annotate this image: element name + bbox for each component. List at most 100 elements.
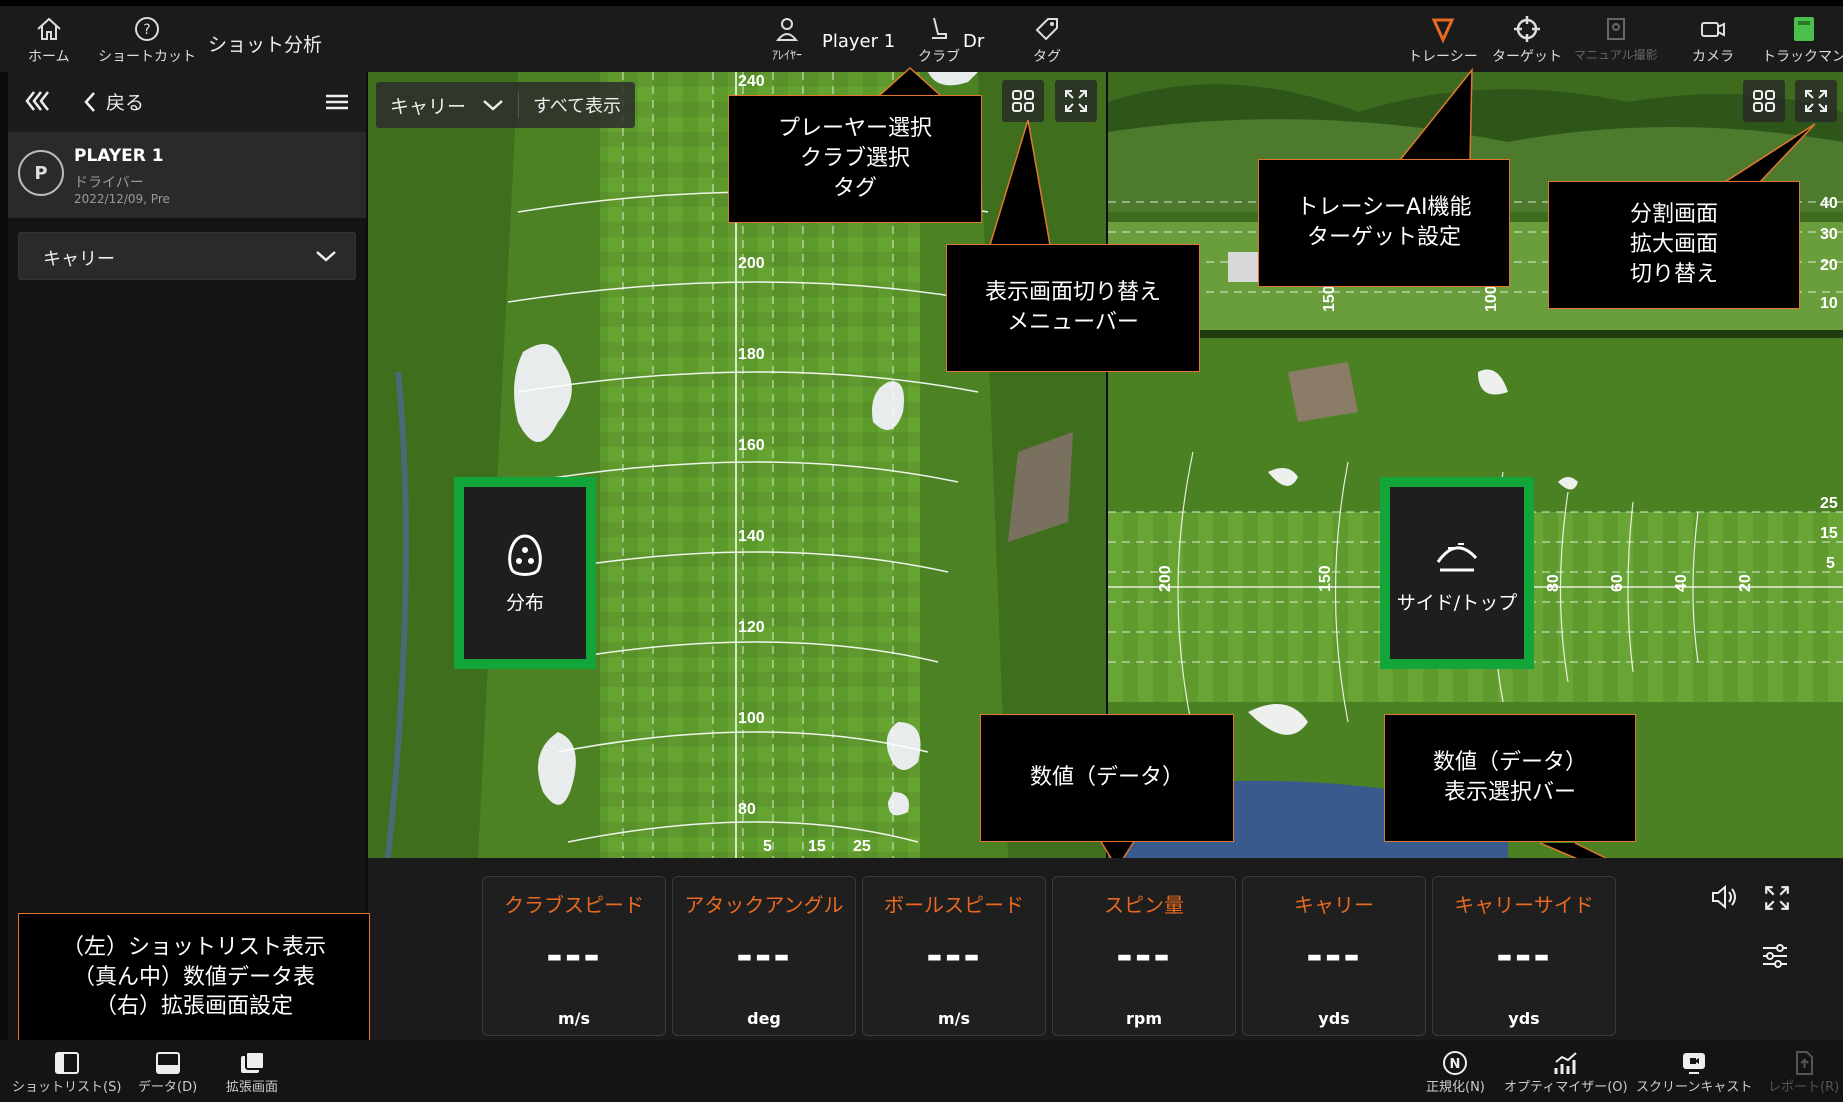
- distance-label: 40: [1673, 574, 1690, 592]
- expand-screen-icon: [241, 1051, 265, 1073]
- player-club: ドライバー: [74, 175, 144, 191]
- expand-view-button-right[interactable]: [1795, 80, 1837, 122]
- manual-capture-button[interactable]: マニュアル撮影: [1574, 14, 1658, 63]
- distance-label: 100: [1483, 285, 1500, 312]
- data-card-carry-side[interactable]: キャリーサイド --- yds: [1432, 876, 1616, 1036]
- svg-text:?: ?: [143, 22, 150, 38]
- distance-label: 60: [1609, 574, 1626, 592]
- distance-label: 80: [1545, 574, 1562, 592]
- tracer-button[interactable]: トレーシー: [1408, 14, 1478, 66]
- trajectory-icon: [1436, 542, 1478, 571]
- fullscreen-icon[interactable]: [1763, 884, 1791, 912]
- distance-label: 200: [1157, 565, 1174, 592]
- shot-list-toggle[interactable]: ショットリスト(S): [12, 1050, 121, 1095]
- panel-header: 戻る: [8, 72, 366, 132]
- shortcut-button[interactable]: ? ショートカット: [98, 14, 196, 66]
- chevron-down-icon: [316, 251, 336, 262]
- collapse-panel-icon[interactable]: [24, 88, 54, 114]
- expand-screen-toggle[interactable]: 拡張画面: [226, 1050, 278, 1095]
- data-card-club-speed[interactable]: クラブスピード --- m/s: [482, 876, 666, 1036]
- player-value[interactable]: Player 1: [822, 31, 895, 52]
- side-top-mode-tile[interactable]: サイド/トップ: [1380, 477, 1534, 669]
- side-top-mode-label: サイド/トップ: [1396, 591, 1518, 614]
- data-card-attack-angle[interactable]: アタックアングル --- deg: [672, 876, 856, 1036]
- target-button[interactable]: ターゲット: [1492, 14, 1562, 66]
- data-toggle[interactable]: データ(D): [138, 1050, 197, 1095]
- optimizer-button[interactable]: オプティマイザー(O): [1504, 1050, 1628, 1095]
- tag-button[interactable]: タグ: [1032, 14, 1062, 66]
- back-button[interactable]: 戻る: [82, 88, 144, 115]
- view-metric-selector: キャリー すべて表示: [376, 82, 636, 128]
- data-card-unit: m/s: [557, 1009, 591, 1028]
- back-label: 戻る: [106, 92, 145, 114]
- height-label: 30: [1820, 226, 1838, 243]
- sliders-icon[interactable]: [1760, 942, 1790, 970]
- lateral-label: 25: [853, 838, 871, 855]
- data-card-title: キャリーサイド: [1454, 893, 1594, 917]
- lane-label: 5: [1826, 555, 1835, 572]
- volume-icon[interactable]: [1710, 884, 1740, 910]
- callout-data-values: 数値（データ）: [980, 714, 1234, 842]
- data-card-value: ---: [1306, 933, 1362, 979]
- club-value[interactable]: Dr: [963, 31, 984, 52]
- data-card-value: ---: [1496, 933, 1552, 979]
- menu-icon[interactable]: [324, 92, 350, 112]
- dispersion-icon: [508, 533, 542, 576]
- data-card-ball-speed[interactable]: ボールスピード --- m/s: [862, 876, 1046, 1036]
- data-card-carry[interactable]: キャリー --- yds: [1242, 876, 1426, 1036]
- trackman-button[interactable]: トラックマン: [1762, 14, 1843, 66]
- screencast-button[interactable]: スクリーンキャスト: [1636, 1050, 1752, 1095]
- data-card-title: キャリー: [1294, 893, 1374, 917]
- callout-player-club-tag: プレーヤー選択 クラブ選択 タグ: [728, 95, 982, 223]
- metric-dropdown[interactable]: キャリー: [18, 232, 356, 280]
- expand-view-button[interactable]: [1055, 80, 1097, 122]
- show-all-button[interactable]: すべて表示: [518, 92, 635, 118]
- callout-data-select: 数値（データ） 表示選択バー: [1384, 714, 1636, 842]
- data-card-value: ---: [926, 933, 982, 979]
- data-card-title: アタックアングル: [684, 893, 844, 917]
- normalize-icon: N: [1443, 1051, 1468, 1075]
- shot-list-label: ショットリスト(S): [12, 1080, 122, 1095]
- home-icon: [37, 17, 61, 40]
- player-card[interactable]: P PLAYER 1 ドライバー 2022/12/09, Pre: [8, 132, 366, 218]
- distance-label: 240: [738, 73, 765, 90]
- golf-club-icon: [932, 17, 947, 39]
- view-metric-value: キャリー: [390, 95, 467, 118]
- manual-label: マニュアル撮影: [1574, 48, 1658, 62]
- distance-label: 200: [738, 255, 765, 272]
- data-card-value: ---: [736, 933, 792, 979]
- top-toolbar: ホーム ? ショートカット ショット分析 ｱﾚｲﾔｰ Player 1 クラブ …: [0, 0, 1843, 72]
- home-button[interactable]: ホーム: [28, 14, 70, 66]
- split-view-button[interactable]: [1002, 80, 1044, 122]
- tracer-label: トレーシー: [1408, 49, 1478, 65]
- lane-label: 15: [1820, 525, 1838, 542]
- normalize-label: 正規化(N): [1426, 1080, 1485, 1095]
- dispersion-mode-tile[interactable]: 分布: [454, 477, 596, 669]
- split-view-button-right[interactable]: [1743, 80, 1785, 122]
- club-select-button[interactable]: クラブ: [918, 14, 960, 66]
- view-metric-dropdown[interactable]: キャリー: [376, 92, 518, 119]
- manual-capture-icon: [1606, 18, 1625, 40]
- normalize-button[interactable]: N 正規化(N): [1426, 1050, 1485, 1095]
- distance-label: 80: [738, 801, 756, 818]
- report-button[interactable]: レポート(R): [1768, 1050, 1839, 1095]
- home-label: ホーム: [28, 49, 70, 65]
- club-label: クラブ: [918, 49, 960, 65]
- distance-label: 180: [738, 346, 765, 363]
- data-card-title: クラブスピード: [504, 893, 644, 917]
- data-card-spin-rate[interactable]: スピン量 --- rpm: [1052, 876, 1236, 1036]
- player-select-button[interactable]: ｱﾚｲﾔｰ: [772, 14, 802, 63]
- player-name: PLAYER 1: [74, 146, 164, 166]
- callout-split-expand: 分割画面 拡大画面 切り替え: [1548, 181, 1800, 309]
- camera-icon: [1701, 22, 1725, 37]
- camera-button[interactable]: カメラ: [1692, 14, 1734, 66]
- data-table-icon: [155, 1052, 180, 1074]
- optimizer-icon: [1554, 1052, 1577, 1074]
- lateral-label: 5: [763, 838, 772, 855]
- player-label: ｱﾚｲﾔｰ: [772, 48, 803, 62]
- screen-title: ショット分析: [208, 34, 323, 56]
- distance-label: 100: [738, 710, 765, 727]
- target-label: ターゲット: [1492, 49, 1562, 65]
- grid-icon: [1753, 90, 1775, 112]
- screencast-icon: [1683, 1053, 1706, 1074]
